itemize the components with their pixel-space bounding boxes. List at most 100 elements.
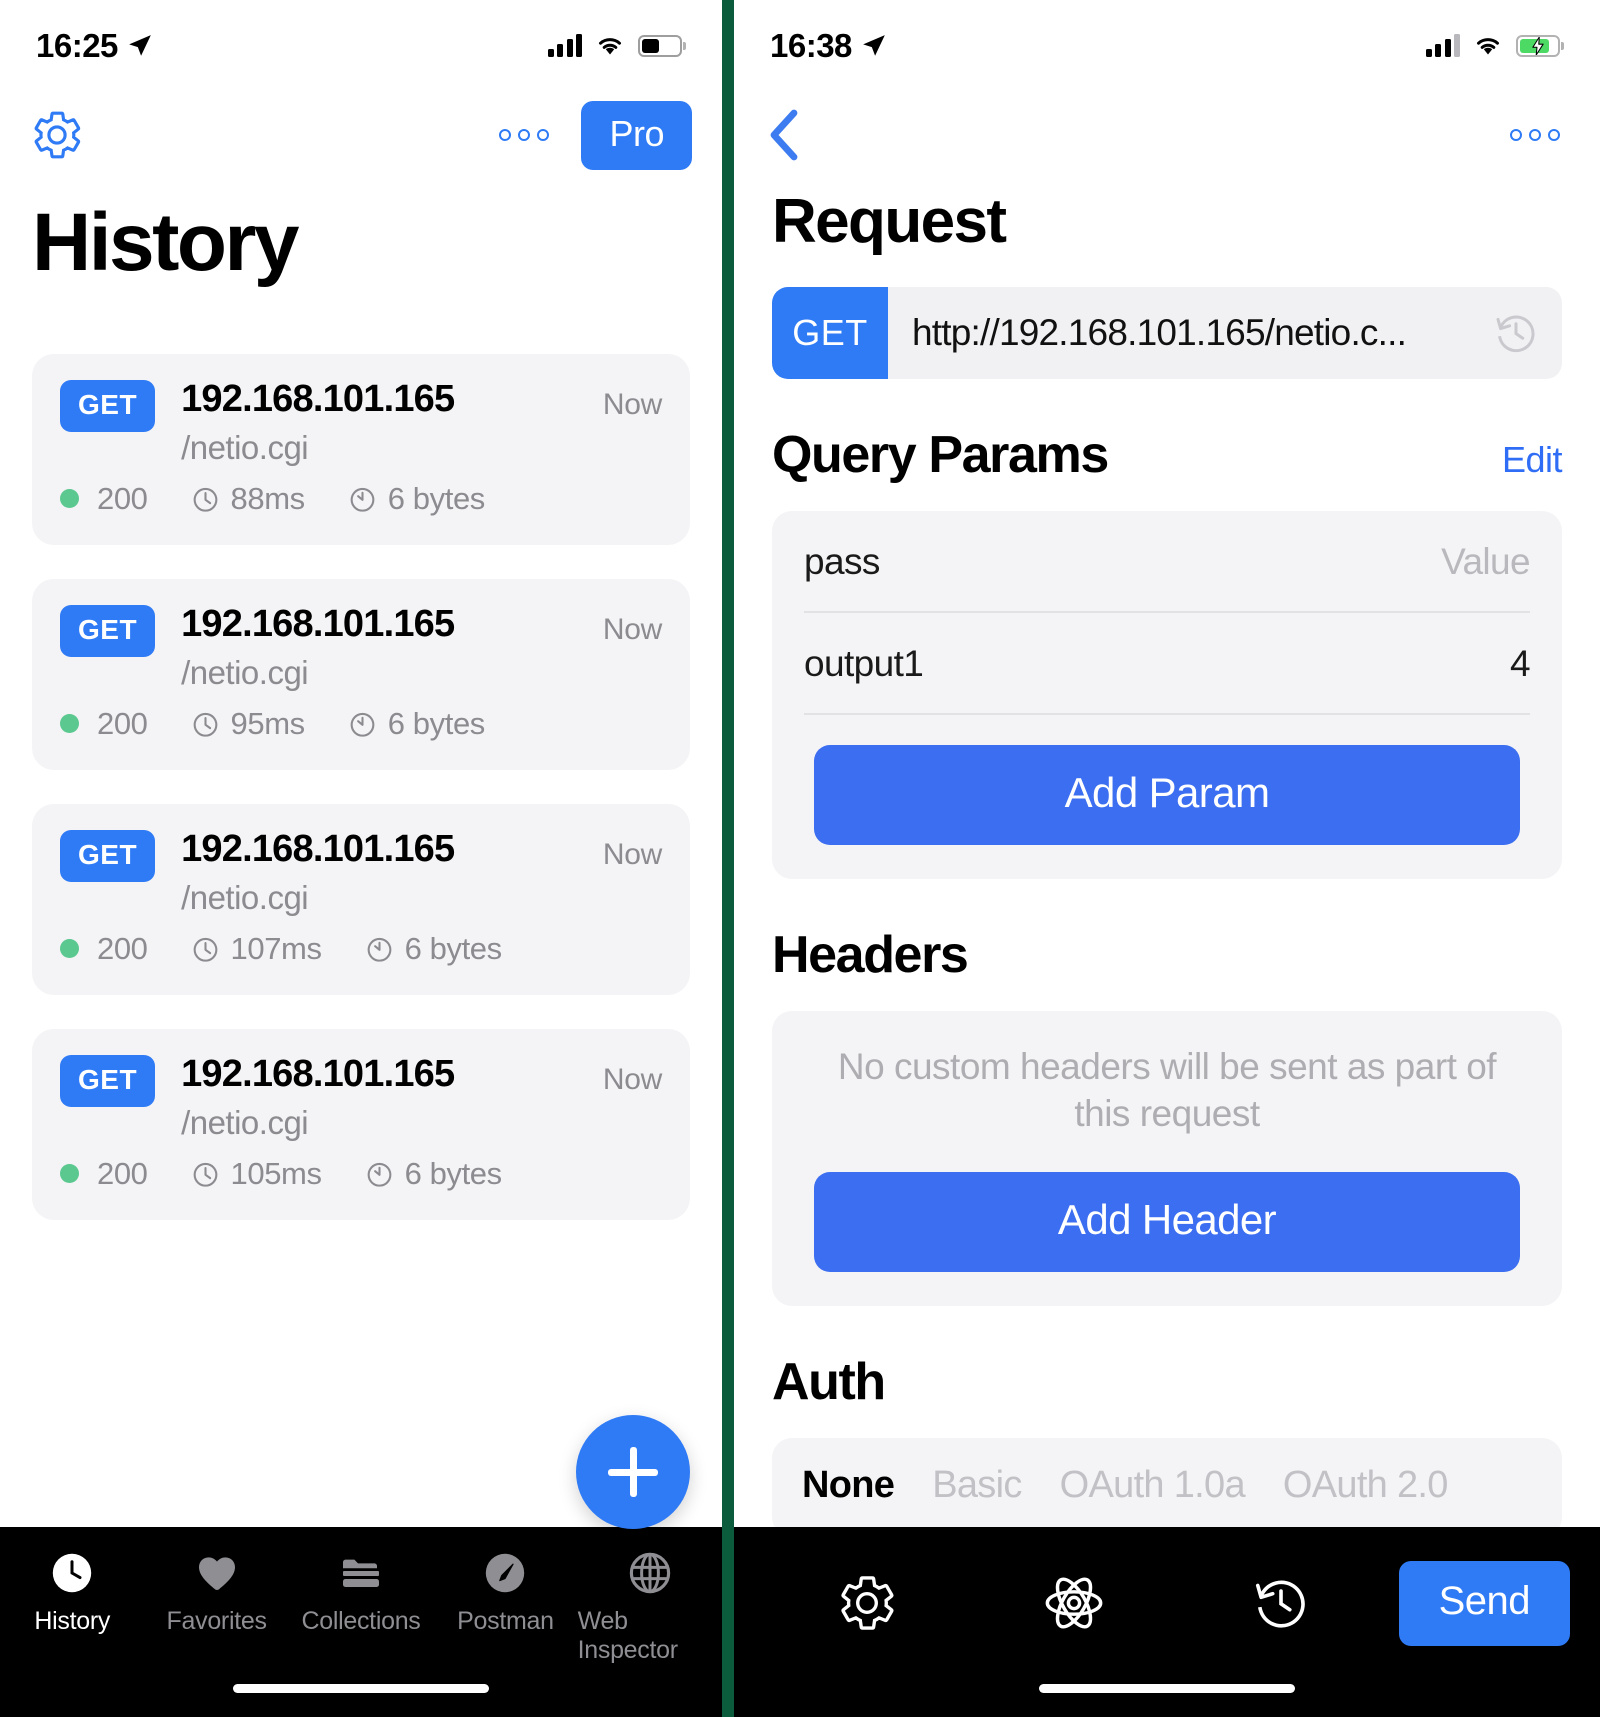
url-input[interactable]: http://192.168.101.165/netio.c... bbox=[888, 287, 1562, 379]
param-row[interactable]: pass Value bbox=[772, 511, 1562, 611]
method-badge: GET bbox=[60, 380, 156, 432]
page-title: Request bbox=[772, 187, 1007, 256]
home-indicator bbox=[233, 1684, 489, 1693]
tab-collections[interactable]: Collections bbox=[289, 1549, 433, 1636]
tab-history-label: History bbox=[34, 1607, 111, 1635]
download-size-icon bbox=[350, 488, 375, 513]
param-value: Value bbox=[1441, 541, 1530, 582]
stopwatch-icon bbox=[193, 713, 217, 737]
download-size-icon bbox=[367, 1162, 391, 1187]
auth-tab-basic[interactable]: Basic bbox=[932, 1464, 1022, 1507]
settings-button[interactable] bbox=[30, 108, 84, 162]
url-value: http://192.168.101.165/netio.c... bbox=[912, 312, 1407, 353]
globe-icon bbox=[626, 1549, 674, 1597]
tab-web-inspector[interactable]: Web Inspector bbox=[578, 1549, 722, 1665]
more-options-button[interactable] bbox=[489, 117, 559, 153]
history-item-top: GET 192.168.101.165 /netio.cgi Now bbox=[60, 604, 662, 692]
size-group: 6 bytes bbox=[364, 1156, 502, 1192]
clock-history-icon[interactable] bbox=[1492, 309, 1540, 357]
history-item-host: 192.168.101.165 bbox=[181, 378, 455, 420]
headers-card: No custom headers will be sent as part o… bbox=[772, 1011, 1562, 1306]
code-generator-button[interactable] bbox=[971, 1571, 1178, 1635]
screen-divider bbox=[722, 0, 734, 1717]
auth-header: Auth bbox=[772, 1352, 1562, 1412]
history-screen: 16:25 Pro History GET 192.168.101.165 /n… bbox=[0, 0, 722, 1717]
tab-web-inspector-label: Web Inspector bbox=[577, 1607, 678, 1664]
request-history-button[interactable] bbox=[1178, 1572, 1385, 1634]
history-item[interactable]: GET 192.168.101.165 /netio.cgi Now 200 bbox=[32, 1028, 690, 1220]
param-row[interactable]: output1 4 bbox=[772, 613, 1562, 713]
tab-postman[interactable]: Postman bbox=[433, 1549, 577, 1636]
more-dots-icon bbox=[1510, 129, 1522, 141]
tab-history[interactable]: History bbox=[0, 1549, 144, 1636]
param-value: 4 bbox=[1510, 643, 1531, 684]
history-item[interactable]: GET 192.168.101.165 /netio.cgi Now 200 bbox=[32, 803, 690, 995]
gear-icon bbox=[34, 111, 81, 159]
tab-favorites[interactable]: Favorites bbox=[144, 1549, 288, 1636]
auth-tab-none[interactable]: None bbox=[802, 1464, 895, 1507]
duration-group: 105ms bbox=[190, 1156, 322, 1192]
rocket-icon bbox=[481, 1549, 529, 1597]
size-value: 6 bytes bbox=[404, 930, 503, 966]
wifi-icon bbox=[599, 38, 621, 55]
atom-icon bbox=[1045, 1577, 1103, 1629]
size-group: 6 bytes bbox=[364, 931, 502, 967]
history-item-path: /netio.cgi bbox=[181, 1103, 309, 1141]
history-item[interactable]: GET 192.168.101.165 /netio.cgi Now 200 bbox=[32, 578, 690, 770]
history-list[interactable]: GET 192.168.101.165 /netio.cgi Now 200 8… bbox=[0, 290, 722, 1527]
more-dots-icon bbox=[1529, 129, 1541, 141]
duration-group: 88ms bbox=[190, 481, 305, 517]
new-request-fab[interactable] bbox=[576, 1415, 690, 1529]
headers-title: Headers bbox=[772, 926, 969, 984]
duration-value: 107ms bbox=[230, 930, 322, 966]
status-time-group: 16:25 bbox=[36, 27, 153, 65]
query-params-card: pass Value output1 4 Add Param bbox=[772, 511, 1562, 879]
add-param-button[interactable]: Add Param bbox=[814, 745, 1520, 845]
query-params-edit-button[interactable]: Edit bbox=[1502, 439, 1563, 481]
history-item-path: /netio.cgi bbox=[181, 653, 309, 691]
top-nav-left: Pro bbox=[0, 92, 722, 178]
folder-icon bbox=[337, 1549, 385, 1597]
history-item-timestamp: Now bbox=[602, 388, 662, 421]
history-item-body: 192.168.101.165 /netio.cgi bbox=[181, 604, 577, 692]
wifi-icon bbox=[1477, 38, 1499, 55]
chevron-left-icon bbox=[770, 109, 798, 161]
method-badge: GET bbox=[60, 829, 156, 882]
send-request-button[interactable]: Send bbox=[1398, 1560, 1570, 1646]
top-nav-right bbox=[734, 92, 1600, 178]
more-options-button[interactable] bbox=[1500, 117, 1570, 153]
location-arrow-icon bbox=[129, 35, 151, 56]
duration-value: 88ms bbox=[230, 480, 306, 516]
status-code: 200 bbox=[97, 930, 148, 966]
history-item-path: /netio.cgi bbox=[181, 428, 309, 466]
history-item-timestamp: Now bbox=[602, 612, 662, 646]
history-item[interactable]: GET 192.168.101.165 /netio.cgi Now 200 bbox=[32, 354, 690, 545]
history-item-body: 192.168.101.165 /netio.cgi bbox=[181, 378, 577, 467]
param-key: output1 bbox=[804, 643, 924, 684]
history-item-meta: 200 105ms 6 bytes bbox=[60, 1156, 662, 1192]
size-value: 6 bytes bbox=[387, 480, 486, 516]
history-item-host: 192.168.101.165 bbox=[181, 827, 455, 870]
pro-upgrade-button[interactable]: Pro bbox=[581, 100, 692, 170]
home-indicator bbox=[1039, 1684, 1295, 1693]
method-selector[interactable]: GET bbox=[772, 287, 888, 379]
download-size-icon bbox=[350, 713, 375, 737]
history-item-body: 192.168.101.165 /netio.cgi bbox=[181, 1054, 577, 1142]
duration-value: 95ms bbox=[230, 705, 306, 741]
history-item-meta: 200 95ms 6 bytes bbox=[60, 706, 662, 742]
status-clock-label: 16:25 bbox=[36, 27, 118, 64]
request-settings-button[interactable] bbox=[764, 1572, 971, 1634]
auth-tab-oauth2[interactable]: OAuth 2.0 bbox=[1283, 1464, 1449, 1507]
size-group: 6 bytes bbox=[347, 481, 485, 517]
back-button[interactable] bbox=[764, 101, 822, 169]
status-bar-left: 16:25 bbox=[0, 0, 722, 92]
clock-icon bbox=[48, 1549, 96, 1597]
cellular-signal-icon bbox=[547, 34, 582, 57]
history-item-path: /netio.cgi bbox=[181, 878, 309, 916]
add-header-button[interactable]: Add Header bbox=[814, 1171, 1520, 1272]
auth-tab-oauth1[interactable]: OAuth 1.0a bbox=[1060, 1464, 1246, 1507]
history-item-meta: 200 88ms 6 bytes bbox=[60, 481, 662, 517]
duration-group: 107ms bbox=[190, 931, 322, 967]
status-indicators-left bbox=[547, 34, 682, 58]
request-content: GET http://192.168.101.165/netio.c... Qu… bbox=[734, 257, 1600, 1527]
